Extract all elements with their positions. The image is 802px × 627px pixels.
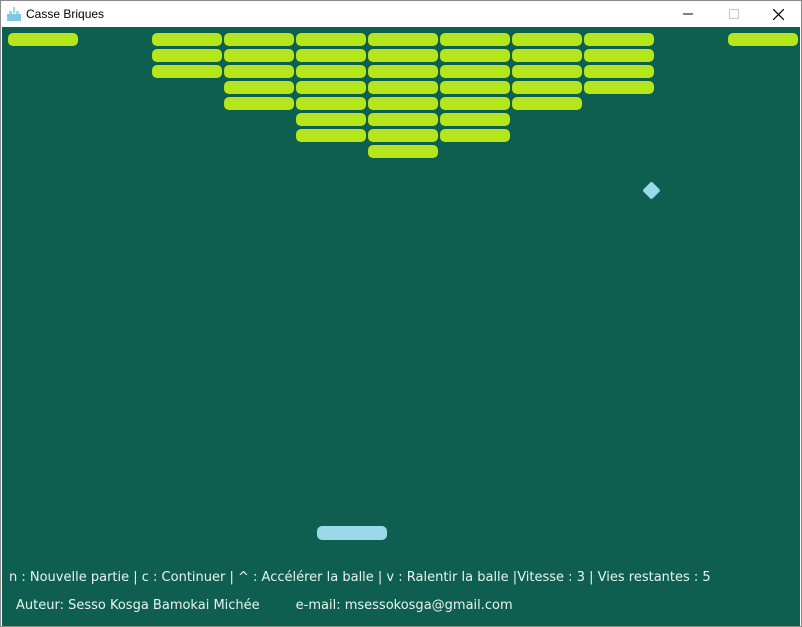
brick bbox=[584, 33, 654, 46]
brick bbox=[512, 49, 582, 62]
brick bbox=[512, 81, 582, 94]
maximize-icon bbox=[729, 9, 739, 19]
brick bbox=[440, 33, 510, 46]
controls-help-line: n : Nouvelle partie | c : Continuer | ^ … bbox=[9, 570, 711, 585]
brick bbox=[584, 81, 654, 94]
game-window: Casse Briques n : Nouvelle partie | c : … bbox=[0, 0, 802, 627]
brick bbox=[728, 33, 798, 46]
brick bbox=[512, 65, 582, 78]
app-icon bbox=[6, 6, 22, 22]
brick bbox=[368, 129, 438, 142]
brick bbox=[368, 97, 438, 110]
brick bbox=[440, 65, 510, 78]
brick bbox=[224, 65, 294, 78]
brick bbox=[224, 81, 294, 94]
brick bbox=[512, 97, 582, 110]
email-text: e-mail: msessokosga@gmail.com bbox=[295, 598, 513, 613]
brick bbox=[440, 113, 510, 126]
brick bbox=[368, 113, 438, 126]
brick bbox=[296, 97, 366, 110]
brick bbox=[8, 33, 78, 46]
brick bbox=[152, 33, 222, 46]
brick bbox=[296, 129, 366, 142]
brick bbox=[224, 49, 294, 62]
close-icon bbox=[772, 8, 784, 20]
status-separator: | bbox=[584, 570, 598, 585]
author-text: Auteur: Sesso Kosga Bamokai Michée bbox=[16, 598, 260, 613]
brick bbox=[368, 33, 438, 46]
brick bbox=[368, 81, 438, 94]
speed-value: 3 bbox=[576, 570, 585, 585]
minimize-button[interactable] bbox=[665, 1, 711, 27]
credits-line: Auteur: Sesso Kosga Bamokai Michée e-mail… bbox=[16, 598, 513, 613]
maximize-button[interactable] bbox=[711, 1, 757, 27]
brick bbox=[440, 49, 510, 62]
brick bbox=[152, 65, 222, 78]
brick bbox=[584, 49, 654, 62]
paddle[interactable] bbox=[317, 526, 387, 540]
brick bbox=[368, 65, 438, 78]
brick bbox=[440, 97, 510, 110]
close-button[interactable] bbox=[755, 1, 801, 27]
lives-value: 5 bbox=[702, 570, 711, 585]
brick bbox=[368, 145, 438, 158]
speed-label: Vitesse : bbox=[517, 570, 577, 585]
brick-wall bbox=[2, 27, 800, 227]
controls-help: n : Nouvelle partie | c : Continuer | ^ … bbox=[9, 570, 518, 585]
title-bar[interactable]: Casse Briques bbox=[1, 1, 801, 27]
brick bbox=[296, 65, 366, 78]
brick bbox=[296, 49, 366, 62]
brick bbox=[224, 97, 294, 110]
brick bbox=[152, 49, 222, 62]
brick bbox=[296, 81, 366, 94]
game-board[interactable]: n : Nouvelle partie | c : Continuer | ^ … bbox=[2, 27, 800, 626]
brick bbox=[512, 33, 582, 46]
brick bbox=[296, 33, 366, 46]
lives-label: Vies restantes : bbox=[597, 570, 703, 585]
brick bbox=[368, 49, 438, 62]
window-title: Casse Briques bbox=[26, 7, 105, 21]
brick bbox=[296, 113, 366, 126]
brick bbox=[224, 33, 294, 46]
brick bbox=[584, 65, 654, 78]
minimize-icon bbox=[683, 13, 693, 15]
brick bbox=[440, 81, 510, 94]
brick bbox=[440, 129, 510, 142]
